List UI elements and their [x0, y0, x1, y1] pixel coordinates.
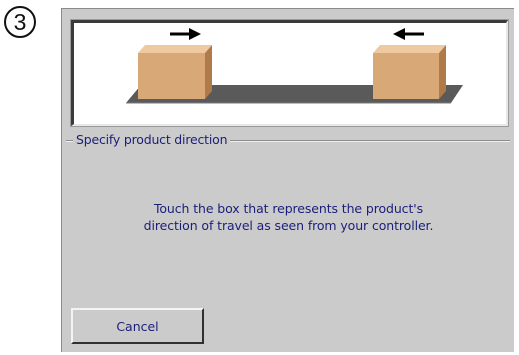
instructions-line-1: Touch the box that represents the produc… [153, 201, 424, 216]
instructions-text: Touch the box that represents the produc… [62, 200, 515, 234]
right-box-top [373, 45, 446, 53]
cancel-button[interactable]: Cancel [71, 308, 204, 344]
instructions-line-2: direction of travel as seen from your co… [143, 218, 434, 233]
left-box-moving-right[interactable] [138, 45, 212, 99]
right-box-front [373, 53, 439, 99]
left-box-front [138, 53, 205, 99]
group-title: Specify product direction [73, 131, 231, 149]
direction-dialog: Specify product direction Touch the box … [61, 8, 514, 352]
right-box-moving-left[interactable] [373, 45, 446, 99]
conveyor-diagram [70, 19, 509, 127]
step-number-badge: 3 [4, 6, 36, 38]
arrow-right-icon [170, 28, 201, 40]
left-box-top [138, 45, 212, 53]
left-box-side [205, 45, 212, 99]
conveyor-illustration [126, 28, 463, 104]
cancel-button-label: Cancel [116, 318, 159, 334]
right-box-side [439, 45, 446, 99]
step-number: 3 [13, 8, 27, 35]
arrow-left-icon [393, 28, 424, 40]
